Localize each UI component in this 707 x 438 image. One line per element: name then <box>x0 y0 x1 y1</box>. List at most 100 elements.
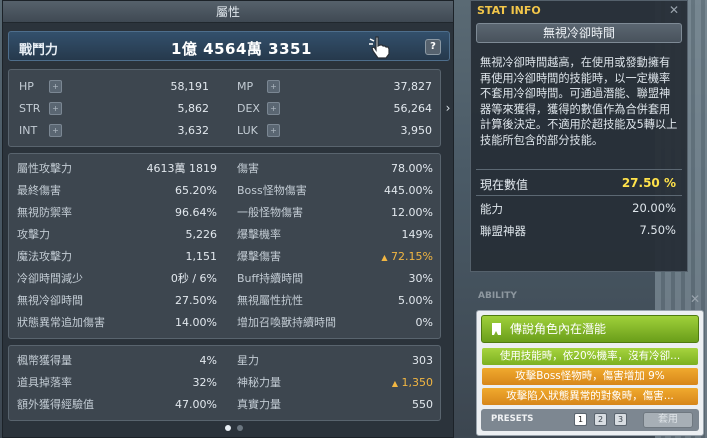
stat-window: 屬性 戰鬥力 1億 4564萬 3351 ? HP + 58,191 MP + … <box>2 0 454 438</box>
ability-line-3: 攻擊陷入狀態異常的對象時，傷害... <box>482 388 698 405</box>
plus-icon[interactable]: + <box>49 102 62 115</box>
stat-value-text: 550 <box>412 398 433 411</box>
stat-value-text: 78.00% <box>391 162 433 175</box>
stat-row-hp: HP + 58,191 <box>19 78 209 96</box>
stat-label: 傷害 <box>237 162 259 175</box>
stat-value: 58,191 <box>170 80 210 93</box>
close-icon[interactable]: ✕ <box>669 3 679 17</box>
stat-row: 增加召喚獸持續時間 0% <box>237 314 433 332</box>
stat-value: 78.00% <box>343 160 433 178</box>
current-value-label: 現在數值 <box>480 178 529 192</box>
stat-label: MP <box>237 80 254 93</box>
stat-label: LUK <box>237 124 258 137</box>
page-dot-1[interactable] <box>225 425 231 431</box>
plus-icon[interactable]: + <box>49 124 62 137</box>
stat-label: 爆擊機率 <box>237 228 281 241</box>
stat-label: Buff持續時間 <box>237 272 304 285</box>
combat-power-value: 1億 4564萬 3351 <box>171 40 312 58</box>
stat-label: INT <box>19 124 38 137</box>
plus-icon[interactable]: + <box>267 124 280 137</box>
stat-row: Boss怪物傷害 445.00% <box>237 182 433 200</box>
preset-button-3[interactable]: 3 <box>614 413 627 426</box>
stat-label: Boss怪物傷害 <box>237 184 307 197</box>
stat-value: 550 <box>343 396 433 414</box>
plus-icon[interactable]: + <box>49 80 62 93</box>
stat-row: 道具掉落率 32% <box>17 374 217 392</box>
ability-line-1: 使用技能時，依20%機率，沒有冷卻... <box>482 348 698 365</box>
stat-row: 楓幣獲得量 4% <box>17 352 217 370</box>
ability-window: 傳說角色內在潛能 使用技能時，依20%機率，沒有冷卻... 攻擊Boss怪物時，… <box>476 310 704 436</box>
stat-label: 星力 <box>237 354 259 367</box>
page-dots <box>222 421 246 434</box>
close-icon[interactable]: ✕ <box>690 292 700 306</box>
help-button[interactable]: ? <box>425 39 441 55</box>
stat-row: 爆擊傷害 ▲ 72.15% <box>237 248 433 266</box>
stat-info-name: 無視冷卻時間 <box>476 23 682 43</box>
stat-row: 傷害 78.00% <box>237 160 433 178</box>
stat-row: 星力 303 <box>237 352 433 370</box>
stat-value: 14.00% <box>175 316 217 329</box>
stat-value: 3,632 <box>177 124 210 137</box>
stat-value: 5,226 <box>185 228 218 241</box>
apply-button[interactable]: 套用 <box>643 412 693 428</box>
page-dot-2[interactable] <box>237 425 243 431</box>
stat-row-dex: DEX + 56,264 <box>237 100 432 118</box>
source-value: 7.50% <box>639 223 676 237</box>
stat-label: 魔法攻擊力 <box>17 250 72 263</box>
stat-value-text: 445.00% <box>384 184 433 197</box>
bookmark-icon <box>492 323 501 335</box>
stat-label: 額外獲得經驗值 <box>17 398 94 411</box>
stat-label: STR <box>19 102 41 115</box>
stat-row: 無視冷卻時間 27.50% <box>17 292 217 310</box>
stat-value-text: 5.00% <box>398 294 433 307</box>
preset-button-2[interactable]: 2 <box>594 413 607 426</box>
plus-icon[interactable]: + <box>267 80 280 93</box>
presets-label: PRESETS <box>491 414 534 424</box>
stat-label: 增加召喚獸持續時間 <box>237 316 336 329</box>
preset-button-1[interactable]: 1 <box>574 413 587 426</box>
plus-icon[interactable]: + <box>267 102 280 115</box>
stat-value: ▲ 1,350 <box>343 374 433 393</box>
window-title: 屬性 <box>3 1 453 23</box>
increase-arrow-icon: ▲ <box>381 253 388 262</box>
stat-value: 32% <box>192 376 217 389</box>
source-label: 聯盟神器 <box>480 224 526 238</box>
stat-label: 最終傷害 <box>17 184 61 197</box>
stat-value: 1,151 <box>185 250 218 263</box>
increase-arrow-icon: ▲ <box>391 379 398 388</box>
stat-label: 屬性攻擊力 <box>17 162 72 175</box>
stat-value-text: 30% <box>408 272 433 285</box>
ability-header-label: 傳說角色內在潛能 <box>510 322 607 336</box>
stat-row: 最終傷害 65.20% <box>17 182 217 200</box>
stat-value: 37,827 <box>393 80 433 93</box>
ability-tag: ABILITY <box>478 291 517 301</box>
stat-row: 攻擊力 5,226 <box>17 226 217 244</box>
stat-value: 303 <box>343 352 433 370</box>
stat-info-window: STAT INFO ✕ 無視冷卻時間 無視冷卻時間越高，在使用或發動擁有再使用冷… <box>470 0 688 272</box>
stat-label: 無視冷卻時間 <box>17 294 83 307</box>
stat-row: Buff持續時間 30% <box>237 270 433 288</box>
stat-value-text: 303 <box>412 354 433 367</box>
divider <box>476 195 682 196</box>
stat-value-text: 12.00% <box>391 206 433 219</box>
stat-row-luk: LUK + 3,950 <box>237 122 432 140</box>
current-value-row: 現在數值 27.50 % <box>480 176 676 192</box>
stat-value: 149% <box>343 226 433 244</box>
stat-row-int: INT + 3,632 <box>19 122 209 140</box>
stat-value-text: 72.15% <box>391 250 433 263</box>
hand-cursor-icon <box>369 36 390 59</box>
stat-row-mp: MP + 37,827 <box>237 78 432 96</box>
stat-info-title: STAT INFO <box>477 4 541 17</box>
stat-row: 神秘力量 ▲ 1,350 <box>237 374 433 392</box>
stat-row: 無視屬性抗性 5.00% <box>237 292 433 310</box>
expand-arrow-icon[interactable]: › <box>443 97 453 119</box>
stat-value: 56,264 <box>393 102 433 115</box>
source-row: 聯盟神器 7.50% <box>480 223 676 239</box>
stat-row: 冷卻時間減少 0秒 / 6% <box>17 270 217 288</box>
stat-value: 3,950 <box>400 124 433 137</box>
stat-row: 屬性攻擊力 4613萬 1819 <box>17 160 217 178</box>
stat-label: 狀態異常追加傷害 <box>17 316 105 329</box>
stat-info-description: 無視冷卻時間越高，在使用或發動擁有再使用冷卻時間的技能時，以一定機率不套用冷卻時… <box>480 56 678 147</box>
stat-value: 4% <box>199 354 217 367</box>
stat-value: 96.64% <box>175 206 217 219</box>
